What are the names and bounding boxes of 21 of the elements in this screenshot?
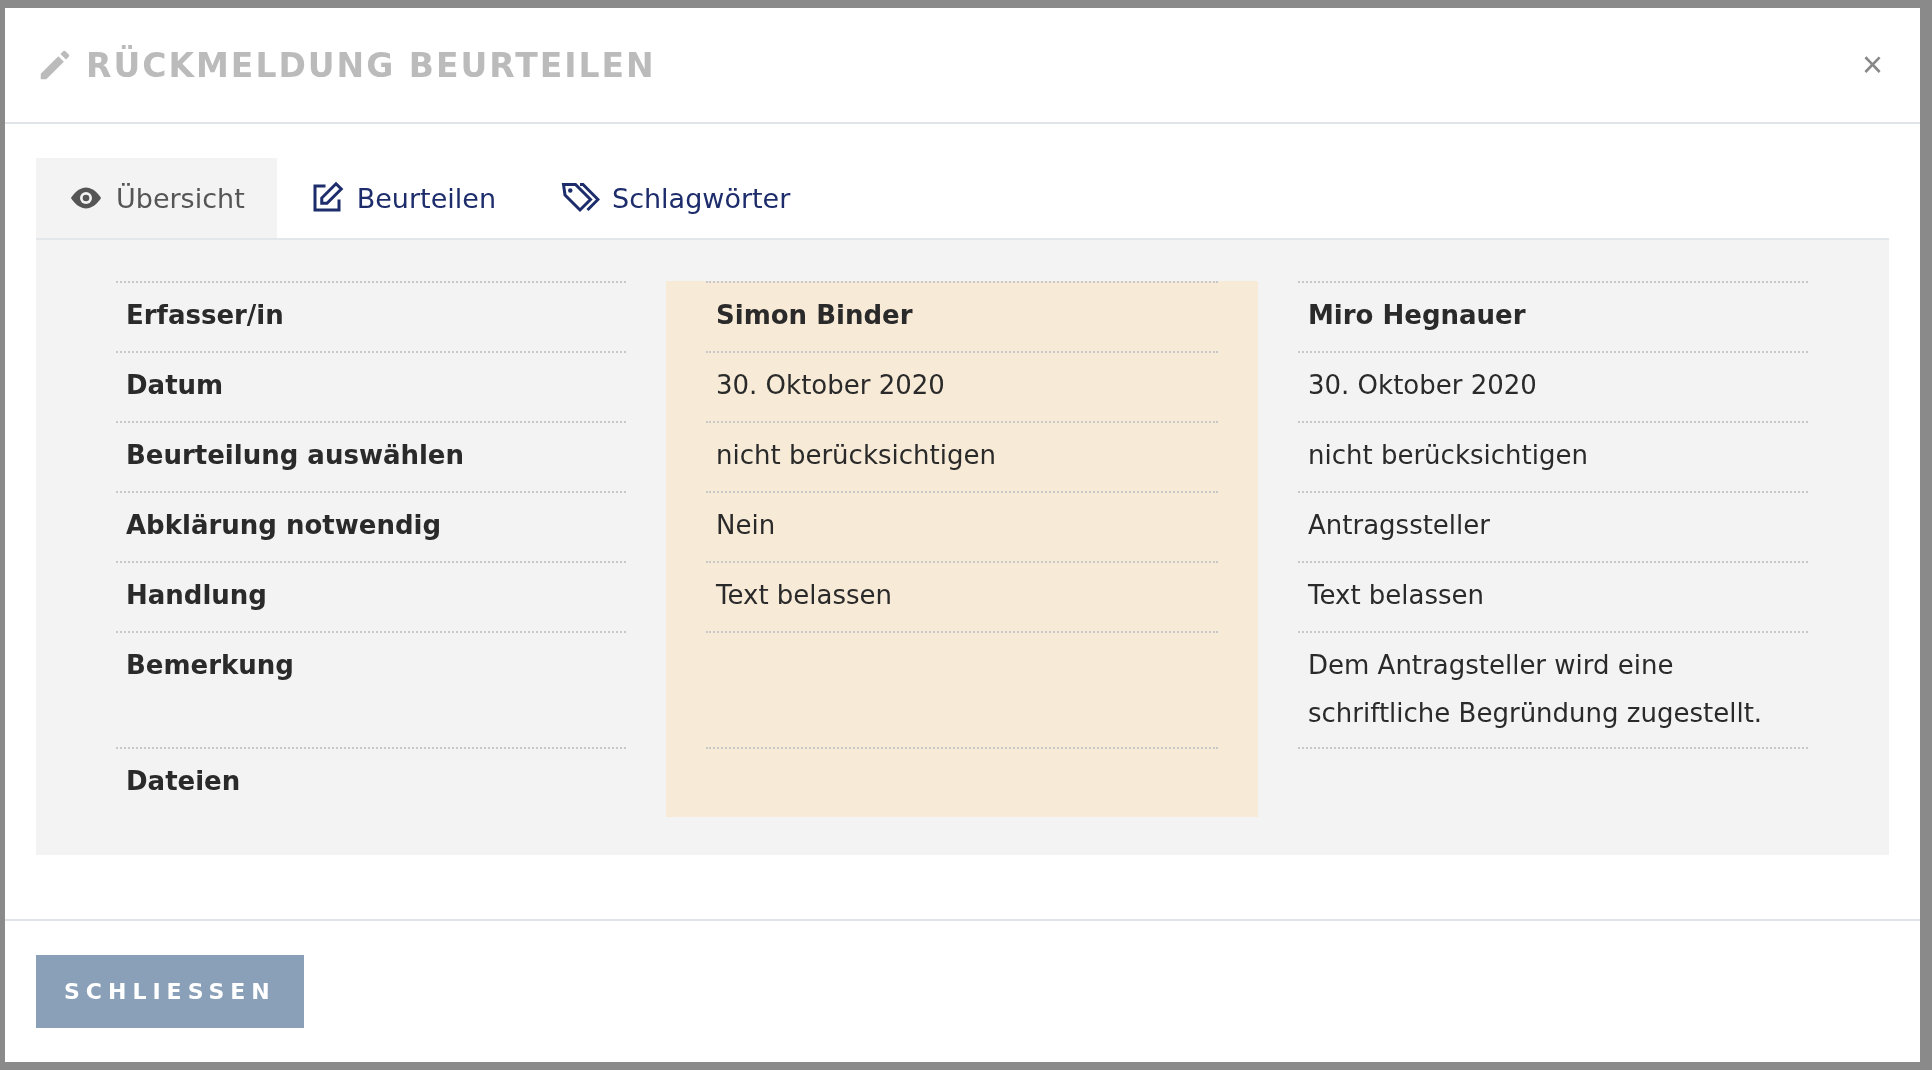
field-label: Handlung: [126, 580, 267, 610]
field-value: Miro Hegnauer: [1308, 299, 1527, 332]
field-value: nicht berücksichtigen: [1308, 439, 1589, 472]
field-value: Dem Antragsteller wird eine schriftliche Begründung zugestellt.: [1308, 649, 1764, 730]
field-label: Dateien: [126, 766, 241, 796]
field-value: Simon Binder: [716, 299, 914, 332]
field-label: Bemerkung: [126, 650, 294, 680]
field-label: Erfasser/in: [126, 300, 284, 330]
field-value: Nein: [716, 509, 777, 542]
field-value: Text belassen: [1308, 579, 1486, 612]
close-button[interactable]: ×: [1855, 44, 1889, 86]
dialog-title: RÜCKMELDUNG BEURTEILEN: [86, 45, 657, 85]
field-value: 30. Oktober 2020: [716, 369, 946, 402]
field-value: Antragssteller: [1308, 509, 1491, 542]
field-value: 30. Oktober 2020: [1308, 369, 1538, 402]
field-value: Text belassen: [716, 579, 894, 612]
field-label: Abklärung notwendig: [126, 510, 442, 540]
field-value: nicht berücksichtigen: [716, 439, 997, 472]
field-label: Datum: [126, 370, 224, 400]
field-label: Beurteilung auswählen: [126, 440, 464, 470]
tab[interactable]: Übersicht: [36, 158, 277, 238]
